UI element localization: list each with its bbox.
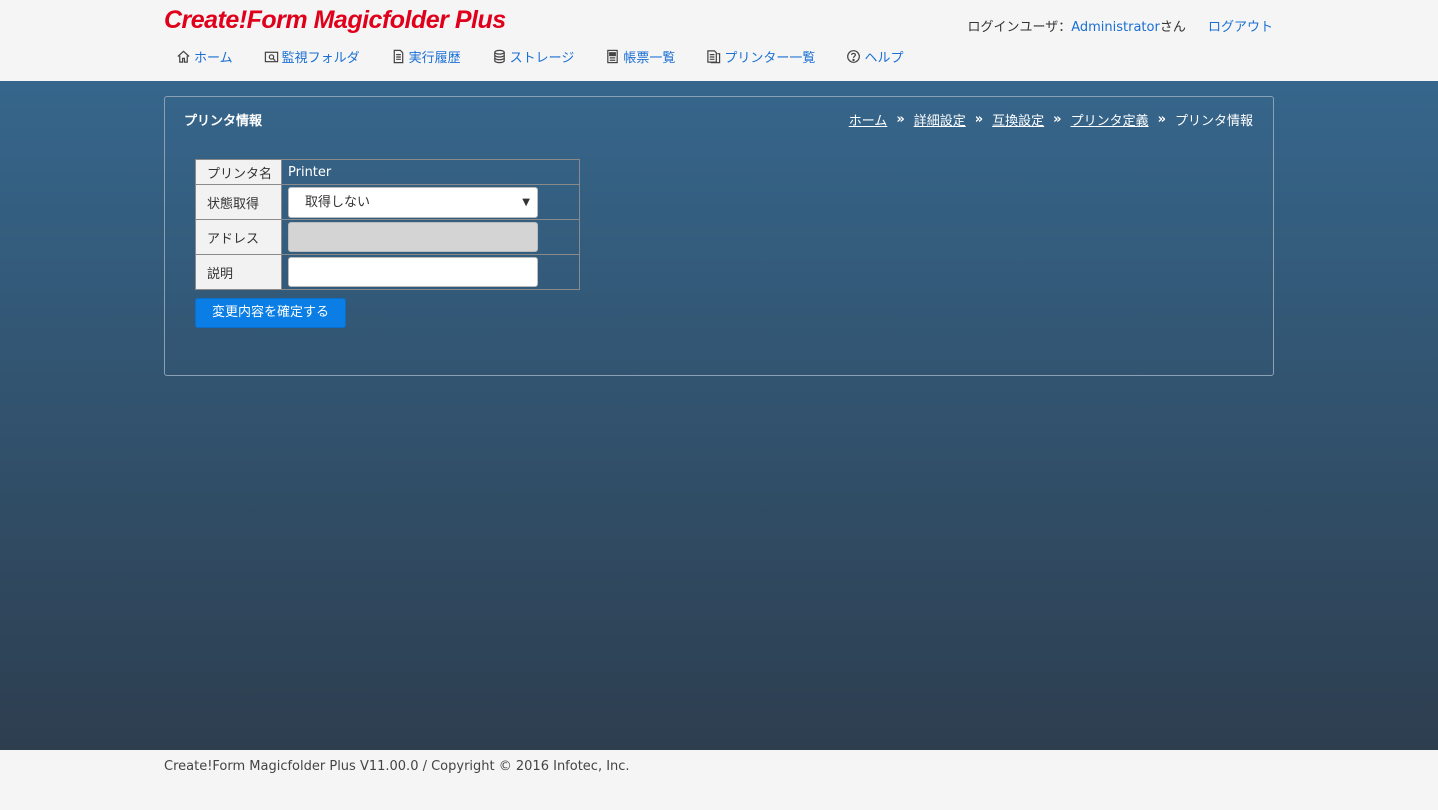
- home-icon: [177, 50, 190, 63]
- user-bar: ログインユーザ：Administratorさん ログアウト: [967, 16, 1273, 35]
- nav-report-list-label: 帳票一覧: [623, 51, 676, 66]
- breadcrumb-home[interactable]: ホーム: [849, 110, 888, 129]
- logout-link[interactable]: ログアウト: [1208, 20, 1273, 35]
- nav-help[interactable]: ヘルプ: [846, 47, 903, 66]
- user-suffix: さん: [1159, 20, 1186, 35]
- report-list-icon: [607, 49, 619, 64]
- caret-down-icon: ▼: [522, 196, 530, 208]
- nav-home-label: ホーム: [194, 51, 233, 66]
- nav-storage[interactable]: ストレージ: [492, 47, 575, 66]
- nav-watch-folder-label: 監視フォルダ: [281, 51, 360, 66]
- address-input[interactable]: [288, 222, 538, 252]
- printer-name-label: プリンタ名: [195, 159, 282, 185]
- breadcrumb-compat-settings[interactable]: 互換設定: [992, 110, 1044, 129]
- printer-list-icon: [707, 50, 721, 64]
- form-row-printer-name: プリンタ名 Printer: [195, 159, 580, 185]
- form-row-description: 説明: [195, 254, 580, 290]
- status-select[interactable]: 取得しない ▼: [288, 186, 538, 218]
- nav-storage-label: ストレージ: [509, 51, 575, 66]
- user-name: Administrator: [1071, 20, 1160, 35]
- database-icon: [493, 49, 505, 64]
- breadcrumb-current: プリンタ情報: [1174, 114, 1253, 129]
- breadcrumb-separator: »: [974, 112, 984, 127]
- address-label: アドレス: [195, 219, 282, 255]
- nav-history-label: 実行履歴: [408, 51, 461, 66]
- breadcrumb-printer-definition[interactable]: プリンタ定義: [1071, 110, 1149, 129]
- copyright-text: Create!Form Magicfolder Plus V11.00.0 / …: [164, 759, 630, 774]
- breadcrumb-separator: »: [1157, 112, 1166, 127]
- description-input[interactable]: [288, 257, 538, 287]
- main-nav: ホーム 監視フォルダ 実行履歴 ストレージ 帳票一覧 プリンター一覧 ヘルプ: [176, 47, 934, 66]
- printer-name-value: Printer: [281, 159, 580, 185]
- user-label: ログインユーザ：: [967, 20, 1072, 35]
- form-row-status: 状態取得 取得しない ▼: [195, 184, 580, 220]
- breadcrumb-separator: »: [896, 112, 905, 127]
- breadcrumb-advanced-settings[interactable]: 詳細設定: [914, 110, 966, 129]
- help-icon: [847, 50, 861, 63]
- footer: Create!Form Magicfolder Plus V11.00.0 / …: [0, 750, 1438, 810]
- printer-info-panel: プリンタ情報 ホーム » 詳細設定 » 互換設定 » プリンタ定義 » プリンタ…: [164, 96, 1274, 376]
- description-label: 説明: [195, 254, 282, 290]
- document-icon: [393, 49, 403, 64]
- folder-search-icon: [264, 51, 278, 63]
- breadcrumb-separator: »: [1053, 112, 1062, 127]
- nav-printer-list-label: プリンター一覧: [724, 51, 816, 66]
- nav-report-list[interactable]: 帳票一覧: [605, 47, 675, 66]
- printer-form: プリンタ名 Printer 状態取得 取得しない ▼ アドレス 説明: [195, 159, 580, 290]
- status-label: 状態取得: [195, 184, 282, 220]
- nav-history[interactable]: 実行履歴: [391, 47, 461, 66]
- breadcrumb: ホーム » 詳細設定 » 互換設定 » プリンタ定義 » プリンタ情報: [849, 110, 1253, 129]
- nav-printer-list[interactable]: プリンター一覧: [706, 47, 815, 66]
- nav-help-label: ヘルプ: [864, 51, 904, 66]
- app-logo[interactable]: Create!Form Magicfolder Plus: [164, 6, 506, 35]
- nav-home[interactable]: ホーム: [176, 47, 233, 66]
- form-row-address: アドレス: [195, 219, 580, 255]
- status-select-value: 取得しない: [305, 194, 371, 210]
- header: Create!Form Magicfolder Plus ログインユーザ：Adm…: [0, 0, 1438, 81]
- page-title: プリンタ情報: [184, 114, 263, 129]
- confirm-changes-button[interactable]: 変更内容を確定する: [195, 298, 346, 328]
- nav-watch-folder[interactable]: 監視フォルダ: [264, 47, 360, 66]
- main-area: プリンタ情報 ホーム » 詳細設定 » 互換設定 » プリンタ定義 » プリンタ…: [0, 81, 1438, 750]
